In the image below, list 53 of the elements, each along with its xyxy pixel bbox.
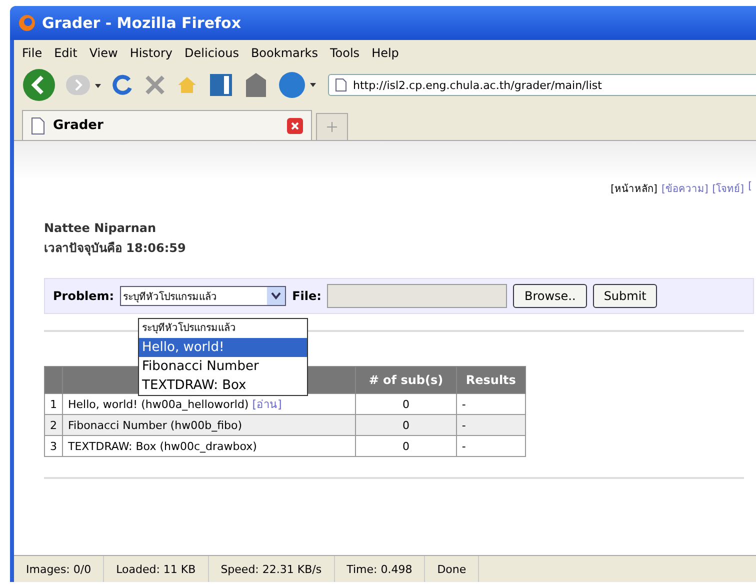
file-field[interactable] xyxy=(327,284,508,308)
current-time: เวลาปัจจุบันคือ 18:06:59 xyxy=(44,240,186,258)
status-item: Images: 0/0 xyxy=(14,556,104,582)
table-cell: 2 xyxy=(44,414,62,436)
nav-link[interactable]: [โจทย์] xyxy=(712,181,744,196)
status-item: Time: 0.498 xyxy=(334,556,426,582)
new-tab-button[interactable] xyxy=(316,113,348,140)
table-cell: 3 xyxy=(44,436,62,456)
firefox-icon xyxy=(18,14,36,32)
stop-icon[interactable] xyxy=(144,74,166,96)
close-icon[interactable] xyxy=(287,118,303,134)
back-button-icon[interactable] xyxy=(22,68,56,102)
read-link[interactable]: [อ่าน] xyxy=(252,398,282,411)
menu-item[interactable]: View xyxy=(89,46,118,60)
dropdown-option[interactable]: ระบุทีหัวโปรแกรมแล้ว xyxy=(139,319,307,338)
browser-tab[interactable]: Grader xyxy=(22,110,312,140)
table-cell: TEXTDRAW: Box (hw00c_drawbox) xyxy=(62,436,356,456)
menu-item[interactable]: File xyxy=(22,46,42,60)
page-icon xyxy=(31,116,45,134)
caret-icon xyxy=(271,292,282,300)
menu-item[interactable]: Delicious xyxy=(184,46,239,60)
address-field[interactable]: http://isl2.cp.eng.chula.ac.th/grader/main/list xyxy=(328,74,756,96)
page-icon xyxy=(335,78,347,92)
reload-icon[interactable] xyxy=(112,74,134,96)
problem-select[interactable]: ระบุทีหัวโปรแกรมแล้ว xyxy=(120,286,286,306)
menu-item[interactable]: Tools xyxy=(330,46,360,60)
nav-link[interactable]: [ข้อความ] xyxy=(661,181,708,196)
table-cell: Fibonacci Number (hw00b_fibo) xyxy=(62,414,356,436)
column-header: Results xyxy=(456,366,526,394)
dropdown-option[interactable]: Hello, world! xyxy=(139,338,307,357)
problem-label: Problem: xyxy=(53,289,114,303)
menu-item[interactable]: Bookmarks xyxy=(250,46,318,60)
table-cell: 0 xyxy=(356,436,456,456)
bookmark-icon[interactable] xyxy=(208,72,234,98)
file-label: File: xyxy=(292,289,322,303)
menu-item[interactable]: Edit xyxy=(54,46,78,60)
submit-button[interactable]: Submit xyxy=(592,284,658,308)
status-item: Done xyxy=(425,556,480,582)
nav-link[interactable]: [ xyxy=(748,181,752,196)
user-name: Nattee Niparnan xyxy=(44,220,156,237)
status-item: Speed: 22.31 KB/s xyxy=(208,556,335,582)
window-title: Grader - Mozilla Firefox xyxy=(42,14,242,32)
status-item: Loaded: 11 KB xyxy=(104,556,209,582)
table-cell: 0 xyxy=(356,414,456,436)
menu-item[interactable]: Help xyxy=(372,46,399,60)
table-cell: - xyxy=(456,436,526,456)
table-cell: - xyxy=(456,414,526,436)
column-header: # of sub(s) xyxy=(356,366,456,394)
nav-link[interactable]: [หน้าหลัก] xyxy=(610,181,658,196)
menu-item[interactable]: History xyxy=(130,46,173,60)
dropdown-option[interactable]: Fibonacci Number xyxy=(139,357,307,376)
browse-button[interactable]: Browse.. xyxy=(513,284,587,308)
plus-icon xyxy=(327,122,337,132)
